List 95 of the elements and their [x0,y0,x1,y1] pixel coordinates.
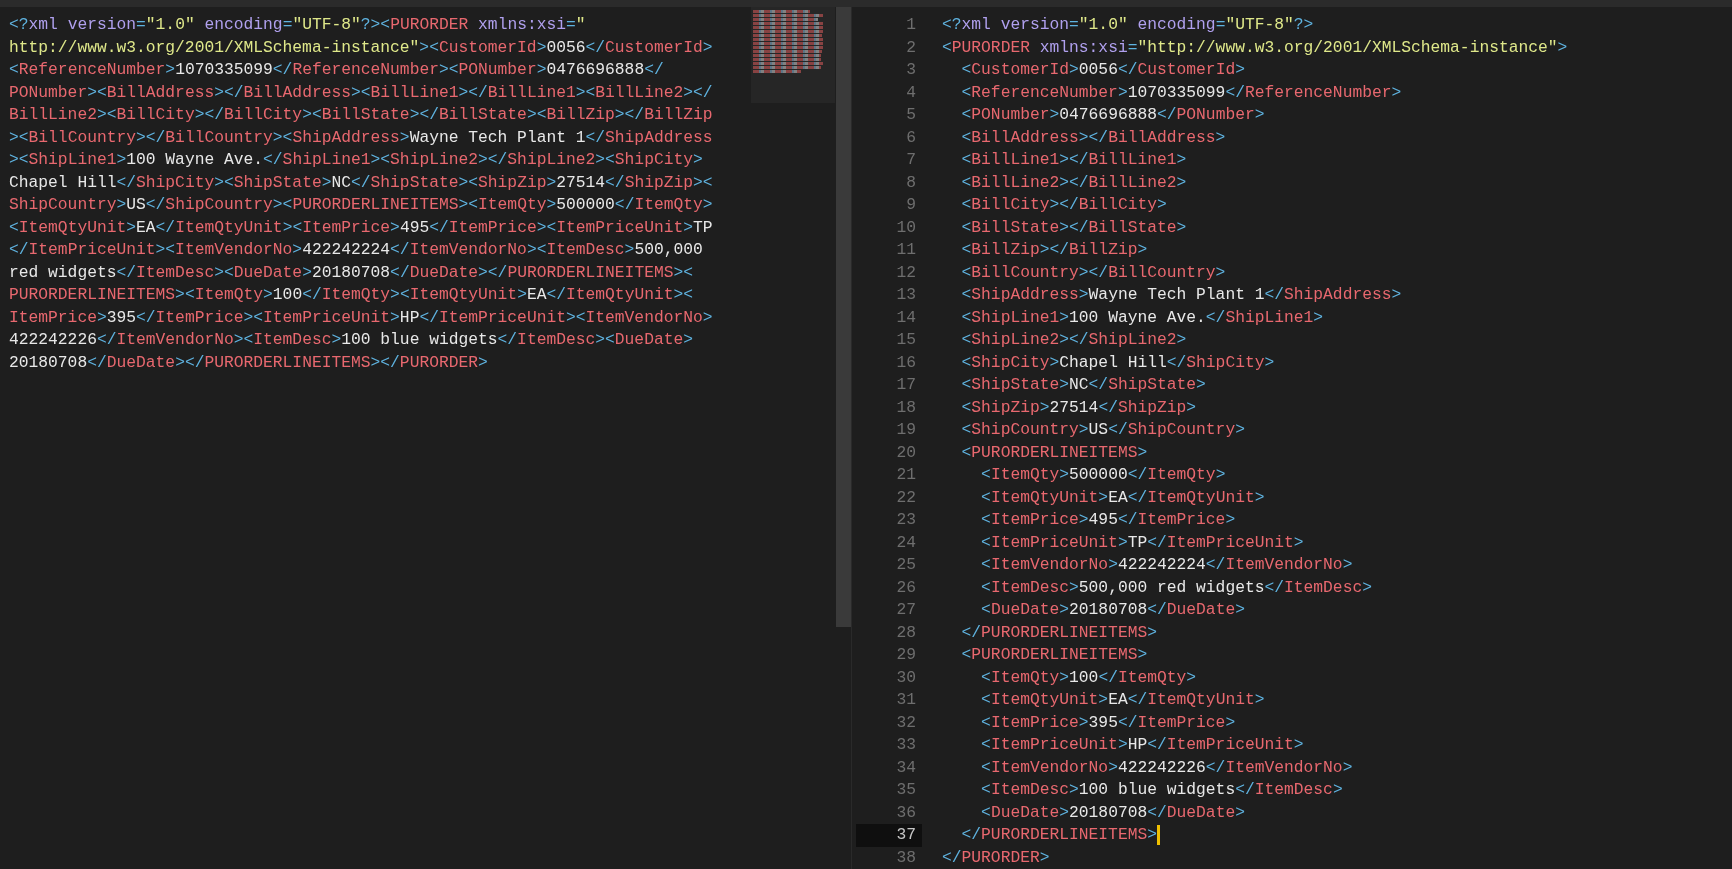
code-line: <ItemPrice>395</ItemPrice> [980,711,1236,734]
code-line: <ItemQty>100</ItemQty> [980,666,1197,689]
code-line: PURORDERLINEITEMS><ItemQty>100</ItemQty><ItemQtyUnit>EA</ItemQtyUnit>< [9,284,695,306]
line-number: 16 [895,351,917,374]
code-line: <ReferenceNumber>1070335099</ReferenceNumber> [960,81,1402,104]
code-line: <DueDate>20180708</DueDate> [980,801,1245,824]
code-line: <ShipCity>Chapel Hill</ShipCity> [960,351,1275,374]
code-line: 20180708</DueDate></PURORDERLINEITEMS></PURORDER> [9,351,489,374]
line-number: 33 [895,734,917,756]
line-number: 7 [905,149,917,171]
code-line: <ShipAddress>Wayne Tech Plant 1</ShipAddress> [960,284,1402,306]
code-line: <ItemVendorNo>422242224</ItemVendorNo> [980,554,1353,576]
line-number: 19 [895,419,917,441]
code-line: Chapel Hill</ShipCity><ShipState>NC</ShipState><ShipZip>27514</ShipZip>< [9,171,714,194]
code-line: <ItemPriceUnit>HP</ItemPriceUnit> [980,734,1304,756]
line-number: 18 [895,396,917,419]
code-line: <ItemQtyUnit>EA</ItemQtyUnit> [980,689,1265,711]
code-line: <ShipCountry>US</ShipCountry> [960,419,1245,441]
code-line: <ItemPriceUnit>TP</ItemPriceUnit> [980,531,1304,554]
line-number: 25 [895,554,917,576]
code-line: http://www.w3.org/2001/XMLSchema-instance"><CustomerId>0056</CustomerId> [9,36,714,59]
code-line: </PURORDER> [942,846,1050,869]
code-line: <BillLine2></BillLine2> [960,171,1187,194]
line-number: 36 [895,801,917,824]
code-line: 422242226</ItemVendorNo><ItemDesc>100 blue widgets</ItemDesc><DueDate> [9,329,694,351]
line-number: 9 [905,194,917,216]
code-line: <ItemDesc>500,000 red widgets</ItemDesc> [980,576,1372,599]
line-number: 4 [905,81,917,104]
code-line: <ShipLine2></ShipLine2> [960,329,1187,351]
code-line: <ItemDesc>100 blue widgets</ItemDesc> [980,779,1343,801]
line-number: 35 [895,779,917,801]
code-line: <BillZip></BillZip> [960,239,1148,261]
line-number: 20 [895,441,917,464]
line-number: 22 [895,486,917,509]
text-cursor [1157,825,1160,846]
code-line: </ItemPriceUnit><ItemVendorNo>422242224</ItemVendorNo><ItemDesc>500,000 [9,239,704,261]
code-line: ItemPrice>395</ItemPrice><ItemPriceUnit>HP</ItemPriceUnit><ItemVendorNo> [9,306,714,329]
line-number: 17 [895,374,917,396]
line-number: 37 [856,824,922,847]
code-line: <PURORDER xmlns:xsi="http://www.w3.org/2001/XMLSchema-instance"> [942,36,1568,59]
code-line: </PURORDERLINEITEMS> [960,824,1157,846]
code-line: <BillState></BillState> [960,216,1187,239]
minimap-drawing[interactable] [751,7,835,103]
code-line: PONumber><BillAddress></BillAddress><BillLine1></BillLine1><BillLine2></ [9,81,714,104]
code-line: red widgets</ItemDesc><DueDate>20180708</DueDate></PURORDERLINEITEMS>< [9,261,695,284]
code-line: <BillLine1></BillLine1> [960,149,1187,171]
code-line: <ShipState>NC</ShipState> [960,374,1206,396]
line-number: 38 [895,846,917,869]
line-number: 21 [895,464,917,486]
line-number: 30 [895,666,917,689]
line-number: 29 [895,644,917,666]
line-number: 15 [895,329,917,351]
line-number: 5 [905,104,917,126]
code-line: <CustomerId>0056</CustomerId> [960,59,1245,81]
code-line: <PURORDERLINEITEMS> [960,644,1148,666]
scrollbar[interactable] [836,7,851,627]
line-number: 26 [895,576,917,599]
code-line: <BillCountry></BillCountry> [960,261,1226,284]
line-number: 23 [895,509,917,531]
code-line: BillLine2><BillCity></BillCity><BillState></BillState><BillZip></BillZip [9,104,714,126]
code-line: <?xml version="1.0" encoding="UTF-8"?><PURORDER xmlns:xsi=" [9,14,587,36]
line-number: 12 [895,261,917,284]
code-line: <BillAddress></BillAddress> [960,126,1226,149]
code-line: <ItemQty>500000</ItemQty> [980,464,1226,486]
code-line: <?xml version="1.0" encoding="UTF-8"?> [942,14,1314,36]
code-line: ><BillCountry></BillCountry><ShipAddress>Wayne Tech Plant 1</ShipAddress [9,126,714,149]
line-number: 3 [905,59,917,81]
code-line: <BillCity></BillCity> [960,194,1167,216]
line-number: 14 [895,306,917,329]
code-line: </PURORDERLINEITEMS> [960,621,1157,644]
line-number: 31 [895,689,917,711]
code-line: <ItemQtyUnit>EA</ItemQtyUnit><ItemPrice>495</ItemPrice><ItemPriceUnit>TP [9,216,714,239]
line-number: 27 [895,599,917,621]
code-line: <ReferenceNumber>1070335099</ReferenceNumber><PONumber>0476696888</ [9,59,665,81]
code-line: <DueDate>20180708</DueDate> [980,599,1245,621]
code-line: <PURORDERLINEITEMS> [960,441,1148,464]
line-number: 1 [905,14,917,36]
line-number: 24 [895,531,917,554]
code-line: <ItemQtyUnit>EA</ItemQtyUnit> [980,486,1265,509]
line-number: 10 [895,216,917,239]
code-line: <PONumber>0476696888</PONumber> [960,104,1265,126]
code-line: <ItemVendorNo>422242226</ItemVendorNo> [980,756,1353,779]
code-line: ><ShipLine1>100 Wayne Ave.</ShipLine1><ShipLine2></ShipLine2><ShipCity> [9,149,704,171]
line-number: 8 [905,171,917,194]
line-number: 13 [895,284,917,306]
line-number: 6 [905,126,917,149]
line-number: 2 [905,36,917,59]
code-line: <ShipZip>27514</ShipZip> [960,396,1197,419]
code-line: ShipCountry>US</ShipCountry><PURORDERLINEITEMS><ItemQty>500000</ItemQty> [9,194,714,216]
code-line: <ItemPrice>495</ItemPrice> [980,509,1236,531]
line-number: 34 [895,756,917,779]
code-line: <ShipLine1>100 Wayne Ave.</ShipLine1> [960,306,1324,329]
line-number: 11 [895,239,917,261]
line-number: 28 [895,621,917,644]
line-number: 32 [895,711,917,734]
